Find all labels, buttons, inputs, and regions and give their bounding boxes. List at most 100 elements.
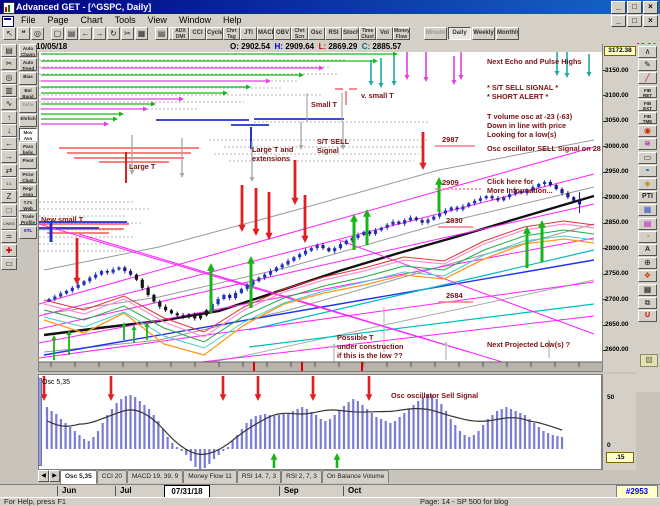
grid2-icon[interactable]: ▦ bbox=[638, 283, 657, 296]
timeframe-button-weekly[interactable]: Weekly bbox=[472, 27, 495, 40]
one-to-one-icon[interactable]: 1:1 bbox=[1, 177, 17, 190]
ruler-icon[interactable]: ≍ bbox=[1, 230, 17, 244]
study-button-pivot[interactable]: Pivot bbox=[19, 156, 37, 169]
mdi-minimize-button[interactable]: _ bbox=[611, 15, 626, 27]
indicator-button-macd[interactable]: MACD bbox=[257, 27, 274, 40]
u-button[interactable]: U bbox=[638, 310, 657, 322]
trendline-icon[interactable]: ╱ bbox=[638, 72, 657, 85]
tab-money-flow-11[interactable]: Money Flow 11 bbox=[183, 470, 237, 483]
bands-icon[interactable]: ▤ bbox=[638, 217, 657, 230]
menu-item-file[interactable]: File bbox=[15, 14, 42, 27]
tab-osc-5-35[interactable]: Osc 5,35 bbox=[60, 470, 97, 484]
quote-icon[interactable]: ❝ bbox=[17, 27, 30, 40]
study-button-trade-profile[interactable]: Trade Profile bbox=[19, 212, 37, 225]
menu-item-help[interactable]: Help bbox=[217, 14, 248, 27]
indicator-button-obv[interactable]: OBV bbox=[274, 27, 291, 40]
indicator-button-cci[interactable]: CCI bbox=[189, 27, 206, 40]
bars-icon[interactable]: ▥ bbox=[1, 83, 17, 97]
zoom-icon[interactable]: ◎ bbox=[31, 27, 44, 40]
new-chart-icon[interactable]: ▢ bbox=[51, 27, 64, 40]
mdi-close-button[interactable]: × bbox=[643, 15, 658, 27]
study-button-para-bolic[interactable]: Para bolic bbox=[19, 142, 37, 155]
study-button-mov-avg[interactable]: Mov Avg bbox=[19, 128, 37, 141]
up-arrow-icon[interactable]: ↑ bbox=[1, 110, 17, 124]
right-arrow-icon[interactable]: → bbox=[1, 150, 17, 164]
target-icon[interactable]: ◉ bbox=[638, 125, 657, 138]
indicator-button-cycles[interactable]: Cycles bbox=[206, 27, 223, 40]
study-button-bias[interactable]: Bias bbox=[19, 72, 37, 85]
study-button-price-clust[interactable]: Price Clust bbox=[19, 170, 37, 183]
rect-tool-icon[interactable]: ▭ bbox=[638, 151, 657, 164]
oscillator-scrollbar[interactable] bbox=[38, 378, 42, 466]
tab-on-balance-volume[interactable]: On Balance Volume bbox=[321, 470, 390, 483]
indicator-button-vol[interactable]: Vol bbox=[376, 27, 393, 40]
fan-icon[interactable]: ≋ bbox=[638, 138, 657, 151]
indicator-button-time-clust[interactable]: Time Clust bbox=[359, 27, 376, 40]
maximize-button[interactable]: □ bbox=[627, 1, 642, 14]
grid-icon[interactable]: ▦ bbox=[638, 204, 657, 217]
timeframe-button-monthly[interactable]: Monthly bbox=[496, 27, 519, 40]
oscillator-axis[interactable]: 50 0 .15 bbox=[602, 374, 636, 470]
indicator-button-osc[interactable]: Osc bbox=[308, 27, 325, 40]
print-icon[interactable]: ▤ bbox=[1, 44, 17, 57]
fib-time-button[interactable]: FIB TME bbox=[638, 112, 657, 124]
tab-cci-20[interactable]: CCI 20 bbox=[96, 470, 127, 483]
cut-icon[interactable]: ✂ bbox=[1, 57, 17, 71]
study-button-bol-band[interactable]: Bol Band bbox=[19, 86, 37, 99]
price-axis[interactable]: 3172.38 3150.00 3100.00 3050.00 3000.00 2950… bbox=[602, 44, 636, 372]
pencil-icon[interactable]: ✎ bbox=[638, 59, 657, 72]
delete-icon[interactable]: ✂ bbox=[121, 27, 134, 40]
lines-button[interactable]: LINES bbox=[1, 216, 17, 230]
title-bar[interactable]: Advanced GET - [^GSPC, Daily] _ □ × bbox=[0, 0, 660, 14]
elliott-wave-icon[interactable]: ∿ bbox=[1, 97, 17, 111]
tab-scroll-right-button[interactable]: ▶ bbox=[49, 470, 60, 482]
zoom-z-icon[interactable]: Z bbox=[1, 190, 17, 204]
menu-item-window[interactable]: Window bbox=[173, 14, 217, 27]
study-button-regr-essn[interactable]: Regr essn bbox=[19, 184, 37, 197]
minimize-button[interactable]: _ bbox=[611, 1, 626, 14]
indicator-button-chrt-tag[interactable]: Chrt Tag bbox=[223, 27, 240, 40]
print-icon[interactable]: ▤ bbox=[155, 27, 168, 40]
indicator-button-jti[interactable]: JTI bbox=[240, 27, 257, 40]
ellipse-tool-icon[interactable]: ◓ bbox=[638, 164, 657, 177]
study-button-auto-chann[interactable]: Auto Chann bbox=[19, 44, 37, 57]
close-button[interactable]: × bbox=[643, 1, 658, 14]
menu-item-view[interactable]: View bbox=[142, 14, 173, 27]
oscillator-panel[interactable]: Osc 5,35 Osc oscillator Sell Signal bbox=[38, 374, 602, 470]
indicator-button-adx-dmi[interactable]: ADX DMI bbox=[172, 27, 189, 40]
left-arrow-icon[interactable]: ← bbox=[1, 137, 17, 151]
palette-icon[interactable]: ❖ bbox=[638, 270, 657, 283]
price-chart[interactable]: 2987 2909 2830 2684 New small T Large T Large … bbox=[38, 51, 619, 383]
study-button-tj-s-web[interactable]: TJ's Web bbox=[19, 198, 37, 211]
study-button-auto-trend[interactable]: Auto Trend bbox=[19, 58, 37, 71]
down-arrow-icon[interactable]: ↓ bbox=[1, 123, 17, 137]
tab-macd-19-39-9[interactable]: MACD 19, 39, 9 bbox=[126, 470, 184, 483]
menu-item-tools[interactable]: Tools bbox=[109, 14, 142, 27]
pti-button[interactable]: PTI bbox=[638, 191, 657, 204]
zoom-percent-icon[interactable]: ▨ bbox=[640, 354, 658, 367]
folder-icon[interactable]: ▭ bbox=[1, 256, 17, 270]
indicator-button-stoch[interactable]: Stoch bbox=[342, 27, 359, 40]
timeframe-button-daily[interactable]: Daily bbox=[448, 27, 471, 40]
mdi-maximize-button[interactable]: □ bbox=[627, 15, 642, 27]
menu-item-page[interactable]: Page bbox=[42, 14, 75, 27]
pointer-icon[interactable]: ↖ bbox=[3, 27, 16, 40]
tab-rsi-14-7-3[interactable]: RSI 14, 7, 3 bbox=[236, 470, 282, 483]
refresh-icon[interactable]: ↻ bbox=[107, 27, 120, 40]
indicator-button-chrt-scn[interactable]: Chrt Scn bbox=[291, 27, 308, 40]
clock-icon[interactable]: ◔ bbox=[638, 230, 657, 243]
scroll-up-icon[interactable]: ∧ bbox=[638, 46, 657, 58]
text-tool-button[interactable]: A bbox=[638, 244, 657, 256]
swap-icon[interactable]: ⇄ bbox=[1, 163, 17, 177]
indicator-button-rsi[interactable]: RSI bbox=[325, 27, 342, 40]
gem-icon[interactable]: ◈ bbox=[638, 178, 657, 190]
study-button-ehrlich[interactable]: Ehrlich bbox=[19, 114, 37, 127]
tab-rsi-2-7-3[interactable]: RSI 2, 7, 3 bbox=[281, 470, 322, 483]
tab-scroll-left-button[interactable]: ◀ bbox=[38, 470, 49, 482]
open-icon[interactable]: ▤ bbox=[65, 27, 78, 40]
copy-icon[interactable]: ⧉ bbox=[638, 296, 657, 309]
menu-item-chart[interactable]: Chart bbox=[75, 14, 109, 27]
indicator-button-money-flow[interactable]: Money Flow bbox=[393, 27, 410, 40]
cross-icon[interactable]: ✚ bbox=[1, 243, 17, 257]
timeframe-button-minute[interactable]: Minute bbox=[424, 27, 447, 40]
